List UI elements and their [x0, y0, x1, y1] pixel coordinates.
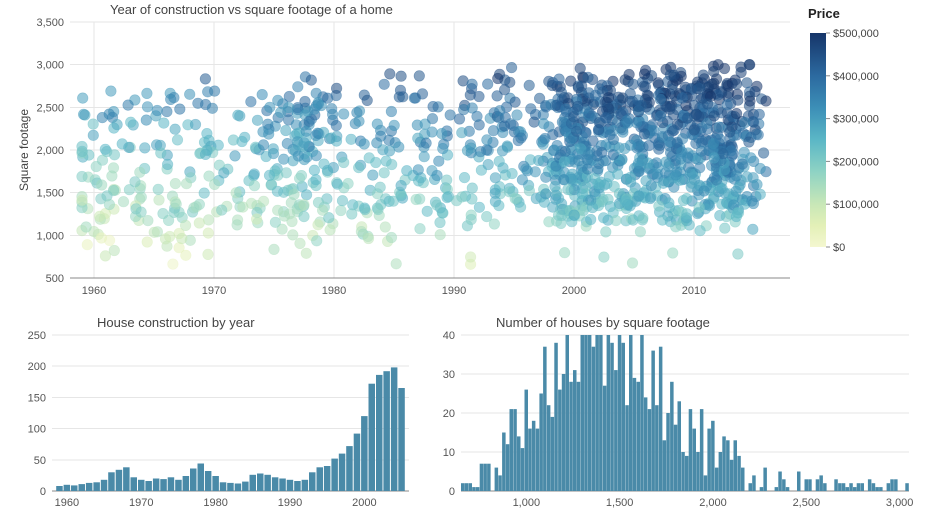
svg-text:3,000: 3,000: [886, 497, 914, 509]
legend-svg: $0 $100,000 $200,000 $300,000 $400,000 $500,0…: [808, 27, 918, 257]
svg-text:1,000: 1,000: [513, 497, 541, 509]
svg-text:0: 0: [449, 486, 455, 498]
hist-by-year: House construction by year 0 50 100 150 200 25…: [10, 313, 415, 518]
svg-text:2000: 2000: [352, 497, 376, 509]
svg-text:1980: 1980: [203, 497, 227, 509]
svg-text:1960: 1960: [55, 497, 79, 509]
svg-text:2000: 2000: [562, 285, 586, 297]
svg-text:50: 50: [34, 455, 46, 467]
svg-text:$200,000: $200,000: [833, 156, 879, 168]
svg-text:2,500: 2,500: [36, 102, 64, 114]
svg-text:500: 500: [46, 273, 64, 285]
color-legend: Price $0 $100,000 $200,000 $300,000 $400,000…: [808, 0, 918, 257]
legend-bar: [810, 33, 826, 247]
dashboard: Year of construction vs square footage o…: [0, 0, 930, 524]
svg-text:1,500: 1,500: [36, 188, 64, 200]
top-row: Year of construction vs square footage o…: [10, 0, 920, 309]
scatter-points: [77, 59, 772, 269]
svg-text:0: 0: [40, 486, 46, 498]
svg-text:$0: $0: [833, 242, 845, 254]
svg-text:1970: 1970: [202, 285, 226, 297]
hist-sqft-title: Number of houses by square footage: [496, 315, 710, 330]
svg-text:$500,000: $500,000: [833, 28, 879, 40]
hist-by-sqft: Number of houses by square footage 0 10 20 3…: [425, 313, 915, 518]
scatter-chart: Year of construction vs square footage o…: [10, 0, 800, 309]
svg-text:2,000: 2,000: [699, 497, 727, 509]
svg-text:40: 40: [443, 330, 455, 342]
hist-year-svg: House construction by year 0 50 100 150 200 25…: [10, 313, 415, 513]
svg-text:2010: 2010: [682, 285, 706, 297]
svg-text:1990: 1990: [442, 285, 466, 297]
svg-text:$100,000: $100,000: [833, 199, 879, 211]
svg-text:20: 20: [443, 408, 455, 420]
svg-text:1,000: 1,000: [36, 230, 64, 242]
scatter-svg: Year of construction vs square footage o…: [10, 0, 800, 304]
svg-text:150: 150: [28, 392, 46, 404]
svg-text:$400,000: $400,000: [833, 71, 879, 83]
hist-year-bars: [56, 367, 405, 491]
svg-text:1960: 1960: [82, 285, 106, 297]
legend-title: Price: [808, 6, 918, 21]
svg-text:200: 200: [28, 361, 46, 373]
svg-text:3,000: 3,000: [36, 60, 64, 72]
svg-text:3,500: 3,500: [36, 17, 64, 29]
svg-text:$300,000: $300,000: [833, 114, 879, 126]
svg-text:2,500: 2,500: [793, 497, 821, 509]
hist-sqft-svg: Number of houses by square footage 0 10 20 3…: [425, 313, 915, 513]
svg-text:30: 30: [443, 369, 455, 381]
hist-year-title: House construction by year: [97, 315, 255, 330]
svg-text:1,500: 1,500: [606, 497, 634, 509]
svg-text:2,000: 2,000: [36, 145, 64, 157]
scatter-ylabel: Square footage: [17, 109, 31, 191]
scatter-title: Year of construction vs square footage o…: [110, 2, 393, 17]
svg-text:1990: 1990: [278, 497, 302, 509]
bottom-row: House construction by year05010015020025…: [10, 313, 920, 518]
svg-text:250: 250: [28, 330, 46, 342]
svg-text:1970: 1970: [129, 497, 153, 509]
svg-text:10: 10: [443, 447, 455, 459]
svg-text:1980: 1980: [322, 285, 346, 297]
svg-text:100: 100: [28, 424, 46, 436]
